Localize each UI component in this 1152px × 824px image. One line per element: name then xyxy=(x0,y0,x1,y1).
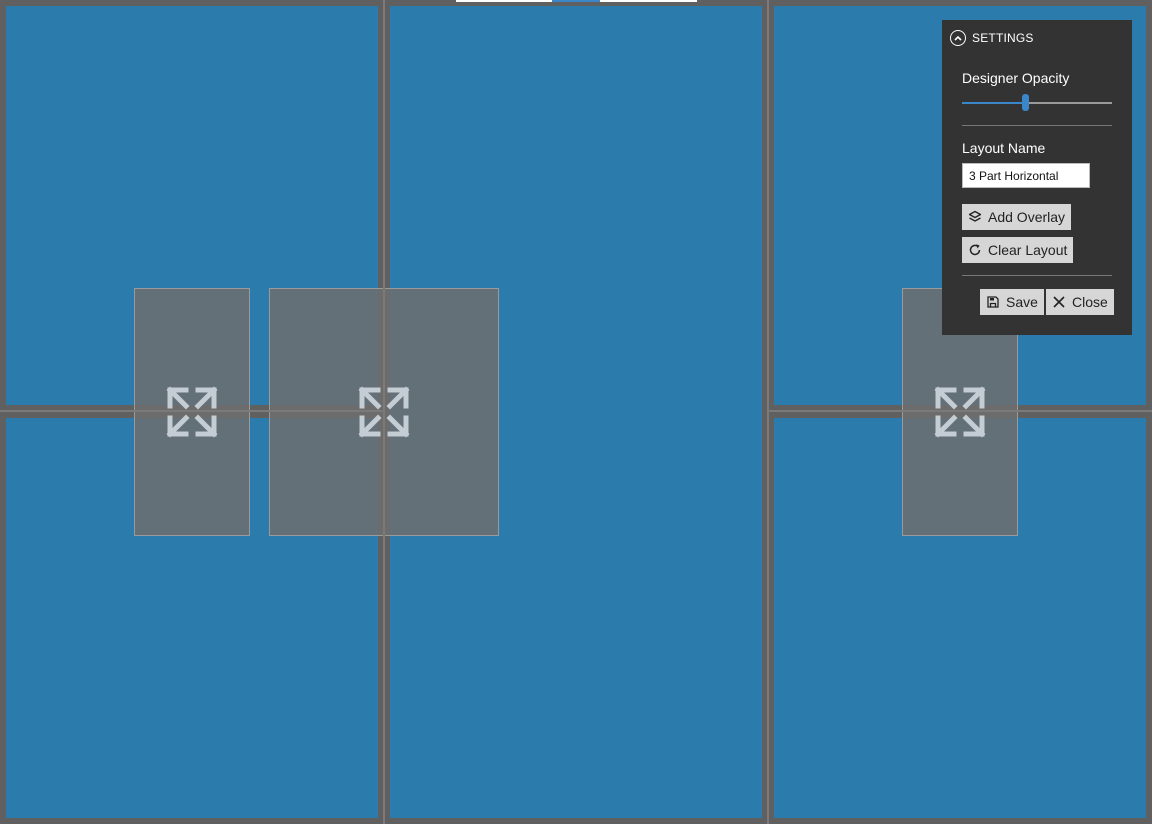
refresh-icon xyxy=(969,244,981,256)
layers-icon xyxy=(968,210,982,222)
opacity-slider-thumb[interactable] xyxy=(1022,94,1029,111)
top-tab-indicator-active xyxy=(552,0,600,2)
add-overlay-button[interactable]: Add Overlay xyxy=(962,204,1072,230)
chevron-up-icon xyxy=(950,30,966,46)
clear-layout-label: Clear Layout xyxy=(988,242,1068,258)
expand-arrows-icon xyxy=(934,386,986,438)
splitter-vertical-1[interactable] xyxy=(383,0,385,824)
add-overlay-label: Add Overlay xyxy=(988,209,1066,225)
save-label: Save xyxy=(1006,294,1038,310)
splitter-horizontal-left[interactable] xyxy=(0,410,384,412)
layout-name-input[interactable] xyxy=(962,163,1090,188)
overlay-1[interactable] xyxy=(134,288,250,536)
divider xyxy=(962,125,1112,126)
splitter-horizontal-right[interactable] xyxy=(768,410,1152,412)
divider xyxy=(962,275,1112,276)
settings-title: SETTINGS xyxy=(972,31,1034,45)
settings-panel: SETTINGS Designer Opacity Layout Name Ad… xyxy=(942,20,1132,335)
settings-toggle[interactable]: SETTINGS xyxy=(950,28,1034,48)
close-label: Close xyxy=(1072,294,1108,310)
opacity-slider-fill xyxy=(962,102,1025,104)
expand-arrows-icon xyxy=(166,386,218,438)
opacity-label: Designer Opacity xyxy=(962,70,1070,86)
save-button[interactable]: Save xyxy=(980,289,1044,315)
layout-name-label: Layout Name xyxy=(962,140,1046,156)
clear-layout-button[interactable]: Clear Layout xyxy=(962,237,1074,263)
save-icon xyxy=(987,296,999,308)
close-icon xyxy=(1053,296,1065,308)
opacity-slider[interactable] xyxy=(962,94,1112,111)
close-button[interactable]: Close xyxy=(1046,289,1114,315)
splitter-vertical-2[interactable] xyxy=(767,0,769,824)
